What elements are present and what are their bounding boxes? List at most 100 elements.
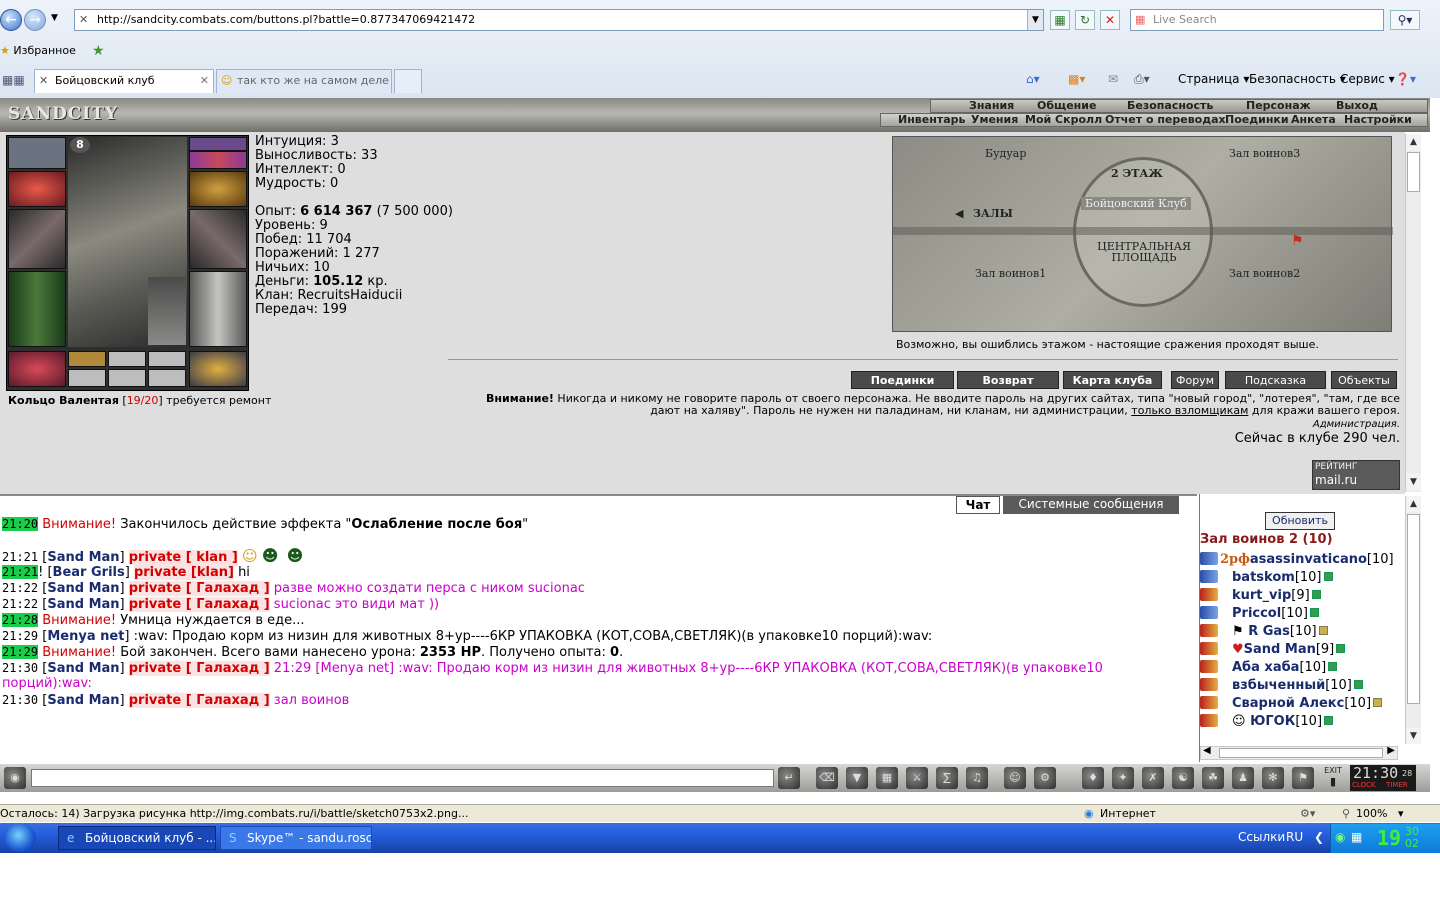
scroll-right-icon[interactable]: ▶: [1387, 745, 1395, 756]
new-tab-button[interactable]: [394, 69, 422, 93]
start-button[interactable]: [4, 824, 36, 852]
tab-chat[interactable]: Чат: [956, 496, 1000, 514]
settings-icon[interactable]: ⚙: [1034, 767, 1056, 789]
map-boudoir[interactable]: Будуар: [985, 147, 1026, 160]
refresh-button[interactable]: Обновить: [1265, 512, 1335, 530]
nav-communication[interactable]: Общение: [1037, 99, 1096, 113]
quest-icon[interactable]: ✗: [1142, 767, 1164, 789]
info-icon[interactable]: [1323, 572, 1333, 581]
rune-slot-3[interactable]: [148, 369, 186, 387]
user-row[interactable]: Аба хаба[10]: [1200, 660, 1338, 676]
scroll-thumb[interactable]: [1219, 748, 1383, 758]
objects-button[interactable]: Объекты: [1331, 371, 1397, 389]
user-row[interactable]: batskom[10]: [1200, 570, 1333, 586]
network-icon[interactable]: ◉: [1335, 830, 1345, 844]
nav-skills[interactable]: Умения: [971, 113, 1018, 127]
nav-transfer-report[interactable]: Отчет о переводах: [1105, 113, 1226, 127]
save-log-icon[interactable]: ▦: [876, 767, 898, 789]
tray-clock-hours[interactable]: 19: [1377, 826, 1401, 850]
ring-slot-3[interactable]: [148, 351, 186, 367]
back-button[interactable]: ←: [0, 9, 22, 31]
info-icon[interactable]: [1324, 716, 1334, 725]
group-icon[interactable]: ♟: [1232, 767, 1254, 789]
user-row[interactable]: Сварной Алекс[10]: [1200, 696, 1383, 712]
nav-knowledge[interactable]: Знания: [969, 99, 1014, 113]
chat-mode-icon[interactable]: ◉: [4, 767, 26, 789]
sound-icon[interactable]: ♫: [966, 767, 988, 789]
quick-tabs-icon[interactable]: ▦▦: [2, 73, 25, 87]
compat-view-icon[interactable]: ▦: [1050, 10, 1070, 30]
chat-nick[interactable]: Sand Man: [47, 661, 119, 676]
nav-settings[interactable]: Настройки: [1344, 113, 1412, 127]
bracers-slot[interactable]: [8, 171, 66, 207]
map-warriors3[interactable]: Зал воинов3: [1229, 147, 1300, 160]
print-icon[interactable]: ⎙▾: [1134, 70, 1150, 88]
map-halls[interactable]: ЗАЛЫ: [973, 207, 1013, 220]
user-row[interactable]: Priccol[10]: [1200, 606, 1319, 622]
user-row[interactable]: ⚑ R Gas[10]: [1200, 624, 1328, 640]
user-row[interactable]: 2pфasassinvaticano[10]: [1200, 552, 1394, 568]
chat-nick[interactable]: Sand Man: [47, 693, 119, 708]
map-central-square[interactable]: ЦЕНТРАЛЬНАЯ ПЛОЩАДЬ: [1089, 241, 1199, 263]
info-icon[interactable]: [1353, 680, 1363, 689]
tab-system-messages[interactable]: Системные сообщения: [1003, 496, 1179, 514]
address-bar[interactable]: ✕ http://sandcity.combats.com/buttons.pl…: [74, 9, 1044, 31]
fighter-icon[interactable]: ⚔: [906, 767, 928, 789]
user-row[interactable]: ♥Sand Man[9]: [1200, 642, 1346, 658]
rune-slot-2[interactable]: [108, 369, 146, 387]
return-button[interactable]: Возврат: [957, 371, 1059, 389]
chat-nick[interactable]: Bear Grils: [53, 565, 125, 580]
forum-button[interactable]: Форум: [1171, 371, 1219, 389]
ring-slot-1[interactable]: [68, 351, 106, 367]
paw-icon[interactable]: ✻: [1262, 767, 1284, 789]
favorites-button[interactable]: ★ Избранное: [0, 43, 76, 59]
home-icon[interactable]: ⌂▾: [1026, 70, 1040, 88]
nav-inventory[interactable]: Инвентарь: [898, 113, 965, 127]
language-indicator[interactable]: RU: [1286, 830, 1303, 844]
clear-icon[interactable]: ⌫: [816, 767, 838, 789]
clock-button[interactable]: CLOCK: [1352, 781, 1376, 789]
timer-button[interactable]: TIMER: [1386, 781, 1408, 789]
chat-nick[interactable]: Sand Man: [47, 550, 119, 565]
map-warriors2[interactable]: Зал воинов2: [1229, 267, 1300, 280]
chat-nick[interactable]: Menya net: [47, 629, 124, 644]
smiles-icon[interactable]: ☺: [1004, 767, 1026, 789]
helmet-slot[interactable]: [8, 137, 66, 169]
user-list-hscrollbar[interactable]: ◀ ▶: [1200, 745, 1398, 760]
mail-icon[interactable]: ✉: [1108, 70, 1118, 88]
belt-slot[interactable]: [8, 351, 66, 387]
nav-profile[interactable]: Анкета: [1291, 113, 1336, 127]
scroll-thumb[interactable]: [1407, 152, 1420, 192]
refresh-icon[interactable]: ↻: [1075, 10, 1095, 30]
map-icon[interactable]: ✦: [1112, 767, 1134, 789]
add-favorites-icon[interactable]: ★: [92, 43, 105, 59]
info-icon[interactable]: [1328, 662, 1338, 671]
protected-mode-icon[interactable]: ⚙▾: [1300, 805, 1315, 823]
inventory-icon[interactable]: ♦: [1082, 767, 1104, 789]
weapon-right-slot[interactable]: [189, 209, 247, 269]
search-button[interactable]: ⚲▾: [1390, 10, 1420, 30]
weapon-left-slot[interactable]: [8, 209, 66, 269]
hackers-link[interactable]: только взломщикам: [1131, 404, 1248, 417]
chat-input[interactable]: [31, 769, 774, 787]
zoom-dropdown-icon[interactable]: ▾: [1398, 805, 1404, 823]
address-dropdown-icon[interactable]: ▼: [1027, 10, 1043, 30]
search-input[interactable]: ▦ Live Search: [1130, 9, 1384, 31]
flag-icon[interactable]: ⚑: [1292, 767, 1314, 789]
chat-nick[interactable]: Sand Man: [47, 581, 119, 596]
send-icon[interactable]: ↵: [778, 767, 800, 789]
window-icon[interactable]: ▦: [1351, 830, 1362, 844]
user-list-scrollbar[interactable]: ▲ ▼: [1405, 496, 1421, 744]
history-dropdown-icon[interactable]: ▼: [51, 13, 58, 23]
tab-close-icon[interactable]: ✕: [200, 70, 209, 92]
info-icon[interactable]: [1336, 644, 1346, 653]
nav-my-scroll[interactable]: Мой Скролл: [1025, 113, 1102, 127]
stop-icon[interactable]: ✕: [1100, 10, 1120, 30]
scroll-down-icon[interactable]: ▼: [1406, 728, 1421, 744]
service-menu[interactable]: Сервис ▾: [1340, 70, 1395, 88]
game-scrollbar[interactable]: ▲ ▼: [1405, 134, 1421, 492]
zoom-level[interactable]: 100%: [1356, 805, 1387, 823]
map-warriors1[interactable]: Зал воинов1: [975, 267, 1046, 280]
tab-active[interactable]: ✕ Бойцовский клуб ✕: [34, 69, 214, 93]
tab-inactive[interactable]: ☺ так кто же на самом деле с...: [216, 69, 392, 93]
